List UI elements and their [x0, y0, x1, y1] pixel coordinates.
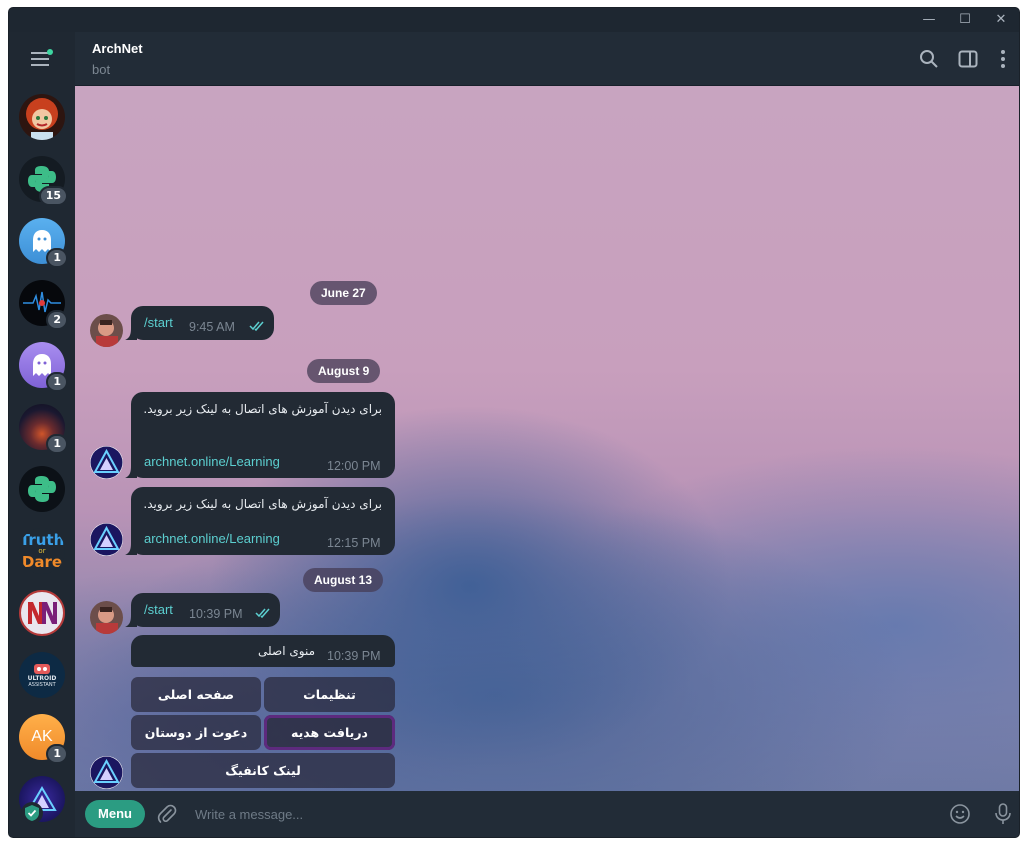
chat-avatar-woman[interactable] [19, 94, 65, 140]
chat-list-sidebar: 15 1 2 1 1 Truth or Dare ULTROID ASSISTA… [9, 32, 75, 837]
message-time: 9:45 AM [189, 320, 235, 334]
user-avatar[interactable] [90, 314, 123, 347]
microphone-icon[interactable] [993, 802, 1013, 830]
message-composer: Menu [75, 791, 1019, 837]
emoji-icon[interactable] [949, 803, 971, 829]
message-link[interactable]: archnet.online/Learning [144, 454, 280, 469]
chat-avatar-ghost-purple[interactable]: 1 [19, 342, 68, 392]
chat-messages-area[interactable]: June 27 /start 9:45 AM August 9 برای دید… [75, 86, 1019, 791]
chat-avatar-python[interactable]: 15 [19, 156, 68, 206]
sidebar-toggle-icon[interactable] [957, 48, 979, 70]
message-bubble[interactable]: /start 9:45 AM [125, 306, 274, 340]
get-gift-button[interactable]: دریافت هدیه [264, 715, 395, 750]
message-time: 10:39 PM [327, 649, 381, 663]
invite-friends-button[interactable]: دعوت از دوستان [131, 715, 261, 750]
chat-header: ArchNet bot [75, 32, 1019, 86]
message-bubble[interactable]: /start 10:39 PM [125, 593, 280, 627]
notification-dot [47, 49, 53, 55]
unread-badge: 1 [46, 434, 68, 454]
bot-menu-button[interactable]: Menu [85, 800, 145, 828]
unread-badge: 1 [46, 372, 68, 392]
chat-avatar-ultroid[interactable]: ULTROID ASSISTANT [19, 652, 65, 698]
attach-icon[interactable] [156, 803, 178, 829]
message-time: 12:00 PM [327, 459, 381, 473]
message-time: 10:39 PM [189, 607, 243, 621]
minimize-button[interactable]: — [914, 8, 944, 32]
title-bar: — ☐ ✕ [9, 8, 1019, 32]
chat-avatar-python-2[interactable] [19, 466, 65, 512]
avatar-initials: AK [31, 728, 53, 745]
chat-avatar-night[interactable]: 1 [19, 404, 68, 454]
message-text: برای دیدن آموزش های اتصال به لینک زیر بر… [143, 402, 382, 416]
message-time: 12:15 PM [327, 536, 381, 550]
unread-badge: 15 [38, 186, 68, 206]
message-link[interactable]: archnet.online/Learning [144, 531, 280, 546]
close-button[interactable]: ✕ [986, 8, 1016, 32]
bot-avatar[interactable] [90, 446, 123, 479]
message-bubble[interactable]: منوی اصلی 10:39 PM [131, 635, 395, 667]
date-separator: August 13 [303, 568, 384, 592]
unread-badge: 2 [46, 310, 68, 330]
chat-avatar-wave[interactable]: 2 [19, 280, 68, 330]
message-bubble[interactable]: برای دیدن آموزش های اتصال به لینک زیر بر… [125, 392, 395, 478]
chat-avatar-ghost-blue[interactable]: 1 [19, 218, 68, 268]
message-input[interactable] [195, 804, 895, 824]
maximize-button[interactable]: ☐ [950, 8, 980, 32]
message-bubble[interactable]: برای دیدن آموزش های اتصال به لینک زیر بر… [125, 487, 395, 555]
date-separator: June 27 [310, 281, 377, 305]
chat-avatar-archnet[interactable] [19, 776, 65, 824]
unread-badge: 1 [46, 744, 68, 764]
message-text: /start [144, 315, 173, 330]
double-check-icon [249, 320, 267, 335]
date-separator: August 9 [307, 359, 381, 383]
settings-button[interactable]: تنظیمات [264, 677, 395, 712]
search-icon[interactable] [918, 48, 940, 70]
chat-title[interactable]: ArchNet [92, 41, 143, 56]
telegram-window: — ☐ ✕ 15 1 2 1 1 Truth or Dare ULTROID A… [9, 8, 1019, 837]
bot-avatar[interactable] [90, 523, 123, 556]
chat-subtitle: bot [92, 62, 111, 77]
message-text: برای دیدن آموزش های اتصال به لینک زیر بر… [143, 497, 382, 511]
more-options-icon[interactable] [992, 48, 1014, 70]
chat-avatar-nn[interactable] [19, 590, 65, 636]
unread-badge: 1 [46, 248, 68, 268]
chat-avatar-truth-or-dare[interactable]: Truth or Dare [19, 528, 65, 574]
chat-avatar-ak[interactable]: AK 1 [19, 714, 68, 764]
config-link-button[interactable]: لینک کانفیگ [131, 753, 395, 788]
user-avatar[interactable] [90, 601, 123, 634]
main-menu-icon[interactable] [31, 49, 53, 68]
bot-avatar[interactable] [90, 756, 123, 789]
home-button[interactable]: صفحه اصلی [131, 677, 261, 712]
double-check-icon [255, 607, 273, 622]
shield-check-icon [21, 802, 43, 824]
message-text: /start [144, 602, 173, 617]
message-text: منوی اصلی [258, 644, 315, 658]
